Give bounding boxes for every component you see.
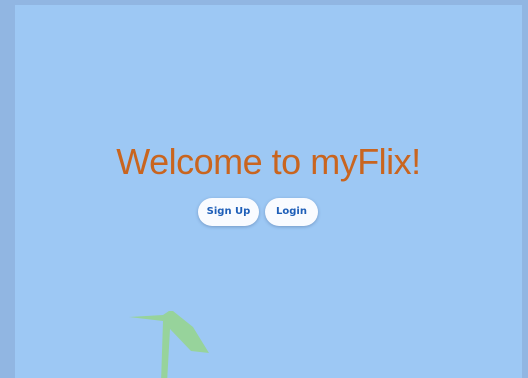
sign-up-button[interactable]: Sign Up <box>198 198 259 226</box>
welcome-view: Welcome to myFlix! Sign Up Login <box>15 5 522 378</box>
palm-tree-icon <box>123 303 233 378</box>
welcome-heading: Welcome to myFlix! <box>116 141 421 182</box>
login-button[interactable]: Login <box>265 198 318 226</box>
